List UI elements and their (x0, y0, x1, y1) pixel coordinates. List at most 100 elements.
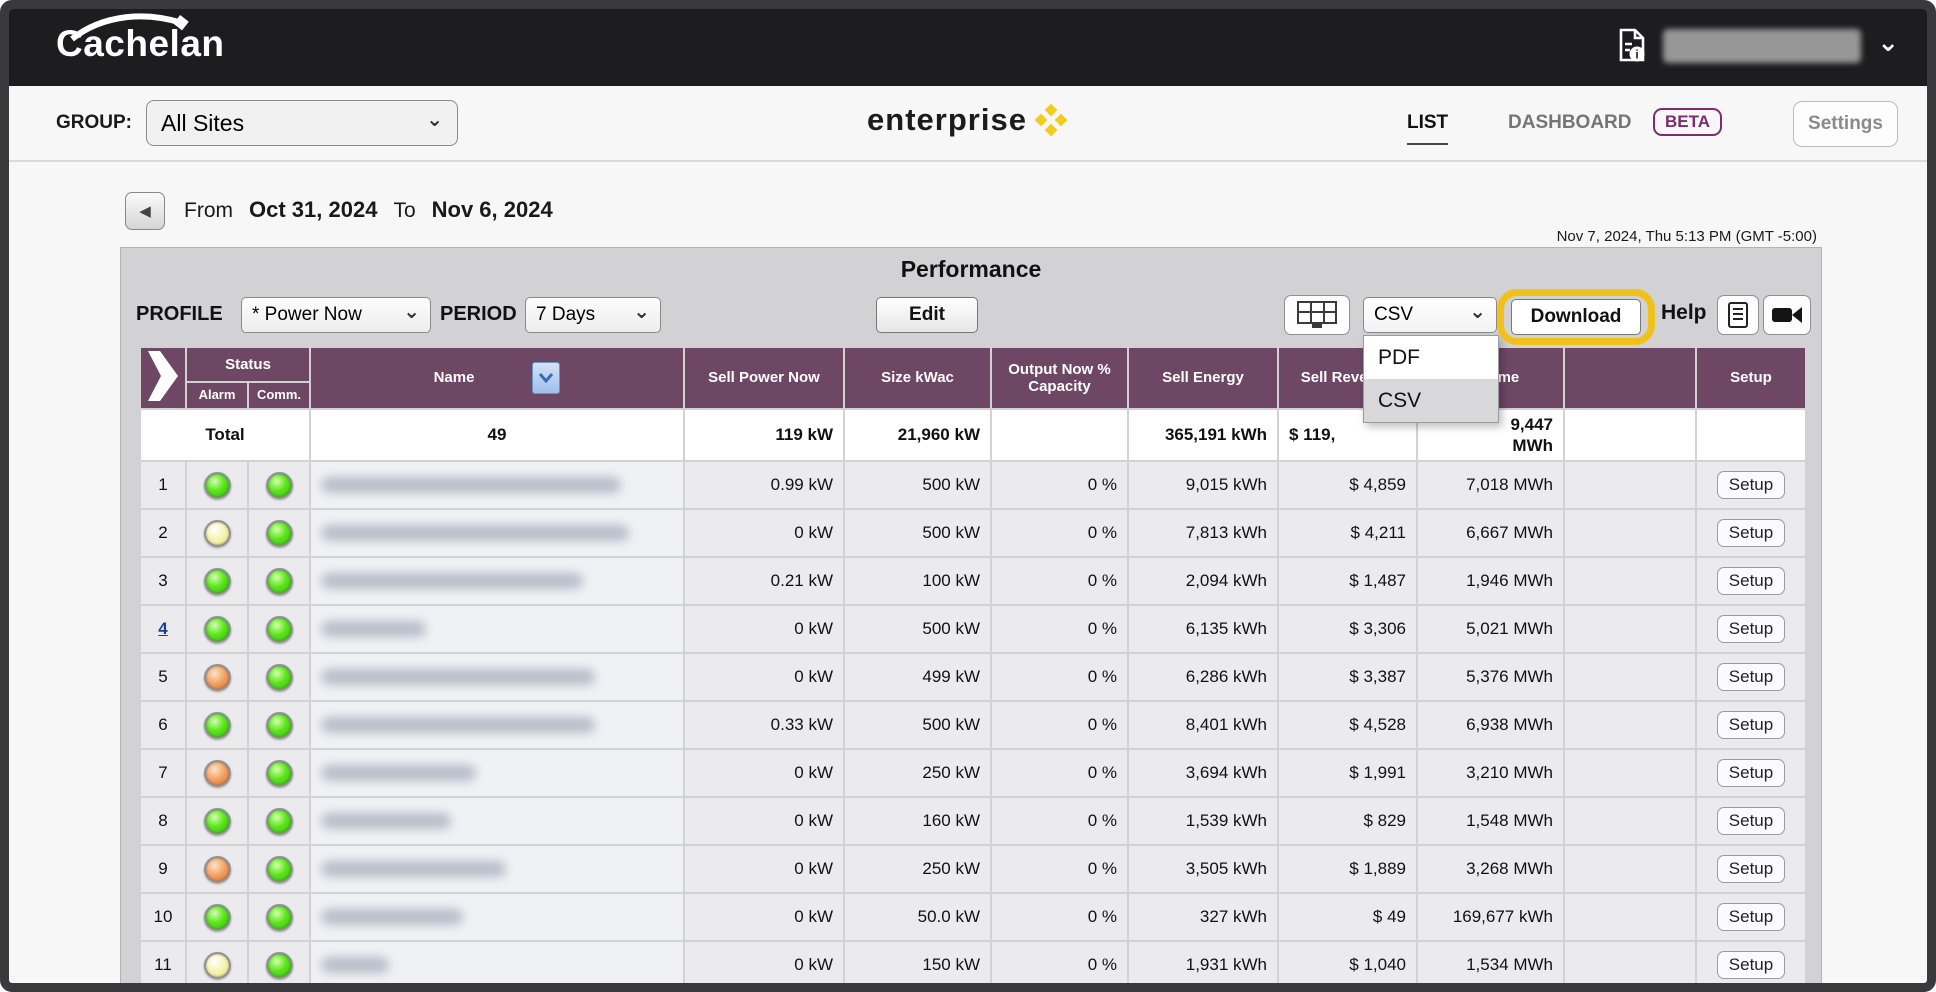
account-chevron-down-icon[interactable]: ⌄ (1877, 32, 1899, 52)
export-menu-item[interactable]: PDF (1364, 336, 1498, 379)
site-name-redacted[interactable] (321, 909, 463, 925)
sell-power-value: 0 kW (685, 894, 843, 940)
to-date[interactable]: Nov 6, 2024 (432, 197, 553, 223)
period-select[interactable]: 7 Days ⌄ (525, 297, 661, 333)
settings-button[interactable]: Settings (1793, 101, 1898, 147)
total-spacer (1565, 410, 1695, 460)
energy-header[interactable]: Sell Energy (1129, 348, 1277, 408)
setup-button[interactable]: Setup (1717, 519, 1785, 547)
comm-status-led (266, 808, 293, 835)
download-button[interactable]: Download (1511, 299, 1641, 335)
group-select[interactable]: All Sites ⌄ (146, 100, 458, 146)
report-info-icon[interactable]: i (1617, 27, 1647, 65)
total-size: 21,960 kW (845, 410, 990, 460)
energy-value: 9,015 kWh (1129, 462, 1277, 508)
row-number[interactable]: 5 (158, 667, 167, 686)
alarm-subheader[interactable]: Alarm (187, 383, 247, 408)
tab-dashboard[interactable]: DASHBOARD (1508, 112, 1632, 134)
profile-select[interactable]: * Power Now ⌄ (241, 297, 431, 333)
row-number[interactable]: 7 (158, 763, 167, 782)
comm-subheader[interactable]: Comm. (249, 383, 309, 408)
setup-button[interactable]: Setup (1717, 951, 1785, 979)
spacer-cell (1565, 510, 1695, 556)
alarm-status-led (204, 520, 231, 547)
row-number[interactable]: 9 (158, 859, 167, 878)
setup-button[interactable]: Setup (1717, 759, 1785, 787)
comm-status-led (266, 664, 293, 691)
help-label[interactable]: Help (1661, 301, 1707, 325)
spacer-header (1565, 348, 1695, 408)
setup-button[interactable]: Setup (1717, 807, 1785, 835)
site-name-redacted[interactable] (321, 957, 389, 973)
date-range: From Oct 31, 2024 To Nov 6, 2024 (184, 197, 553, 223)
size-header[interactable]: Size kWac (845, 348, 990, 408)
lifetime-value: 3,268 MWh (1418, 846, 1563, 892)
row-number[interactable]: 4 (158, 619, 167, 638)
setup-button[interactable]: Setup (1717, 615, 1785, 643)
site-row: 7 0 kW 250 kW 0 % 3,694 kWh $ 1,991 3,21… (141, 750, 1805, 796)
site-row: 4 0 kW 500 kW 0 % 6,135 kWh $ 3,306 5,02… (141, 606, 1805, 652)
site-name-redacted[interactable] (321, 861, 506, 877)
tab-list[interactable]: LIST (1407, 112, 1448, 145)
export-menu: PDF CSV (1363, 335, 1499, 423)
site-name-redacted[interactable] (321, 717, 595, 733)
setup-button[interactable]: Setup (1717, 855, 1785, 883)
chevron-down-icon: ⌄ (403, 299, 420, 324)
row-number[interactable]: 10 (154, 907, 173, 926)
comm-status-led (266, 568, 293, 595)
lifetime-value: 1,548 MWh (1418, 798, 1563, 844)
help-document-button[interactable] (1717, 295, 1759, 335)
name-header[interactable]: Name (311, 348, 683, 408)
spacer-cell (1565, 894, 1695, 940)
output-value: 0 % (992, 750, 1127, 796)
comm-status-led (266, 760, 293, 787)
sell-power-value: 0.21 kW (685, 558, 843, 604)
chevron-down-icon: ⌄ (426, 107, 443, 132)
output-value: 0 % (992, 606, 1127, 652)
row-number[interactable]: 3 (158, 571, 167, 590)
site-name-redacted[interactable] (321, 477, 621, 493)
setup-button[interactable]: Setup (1717, 711, 1785, 739)
revenue-value: $ 1,991 (1279, 750, 1416, 796)
spacer-cell (1565, 558, 1695, 604)
edit-button[interactable]: Edit (876, 297, 978, 333)
output-header[interactable]: Output Now % Capacity (992, 348, 1127, 408)
row-number[interactable]: 1 (158, 475, 167, 494)
setup-button[interactable]: Setup (1717, 471, 1785, 499)
lifetime-value: 5,021 MWh (1418, 606, 1563, 652)
revenue-value: $ 49 (1279, 894, 1416, 940)
row-number[interactable]: 2 (158, 523, 167, 542)
energy-value: 3,505 kWh (1129, 846, 1277, 892)
setup-button[interactable]: Setup (1717, 903, 1785, 931)
table-view-button[interactable] (1284, 295, 1350, 335)
comm-status-led (266, 472, 293, 499)
site-name-redacted[interactable] (321, 525, 629, 541)
previous-period-button[interactable]: ◀ (125, 192, 165, 230)
sell-power-header[interactable]: Sell Power Now (685, 348, 843, 408)
period-select-value: 7 Days (536, 304, 595, 326)
row-number[interactable]: 8 (158, 811, 167, 830)
revenue-value: $ 4,211 (1279, 510, 1416, 556)
export-format-select[interactable]: CSV ⌄ (1363, 297, 1497, 333)
site-name-redacted[interactable] (321, 573, 583, 589)
size-value: 500 kW (845, 510, 990, 556)
site-name-redacted[interactable] (321, 669, 595, 685)
row-number[interactable]: 11 (154, 955, 172, 974)
name-sort-button[interactable] (532, 362, 560, 394)
spacer-cell (1565, 606, 1695, 652)
site-name-redacted[interactable] (321, 765, 476, 781)
document-icon (1727, 301, 1749, 329)
export-menu-item[interactable]: CSV (1364, 379, 1498, 422)
user-name-redacted[interactable] (1663, 29, 1861, 63)
revenue-value: $ 1,040 (1279, 942, 1416, 988)
setup-button[interactable]: Setup (1717, 663, 1785, 691)
total-sell-power: 119 kW (685, 410, 843, 460)
from-date[interactable]: Oct 31, 2024 (249, 197, 377, 223)
alarm-status-led (204, 760, 231, 787)
site-name-redacted[interactable] (321, 813, 451, 829)
row-number[interactable]: 6 (158, 715, 167, 734)
sell-power-value: 0 kW (685, 510, 843, 556)
setup-button[interactable]: Setup (1717, 567, 1785, 595)
help-video-button[interactable] (1763, 295, 1811, 335)
site-name-redacted[interactable] (321, 621, 426, 637)
